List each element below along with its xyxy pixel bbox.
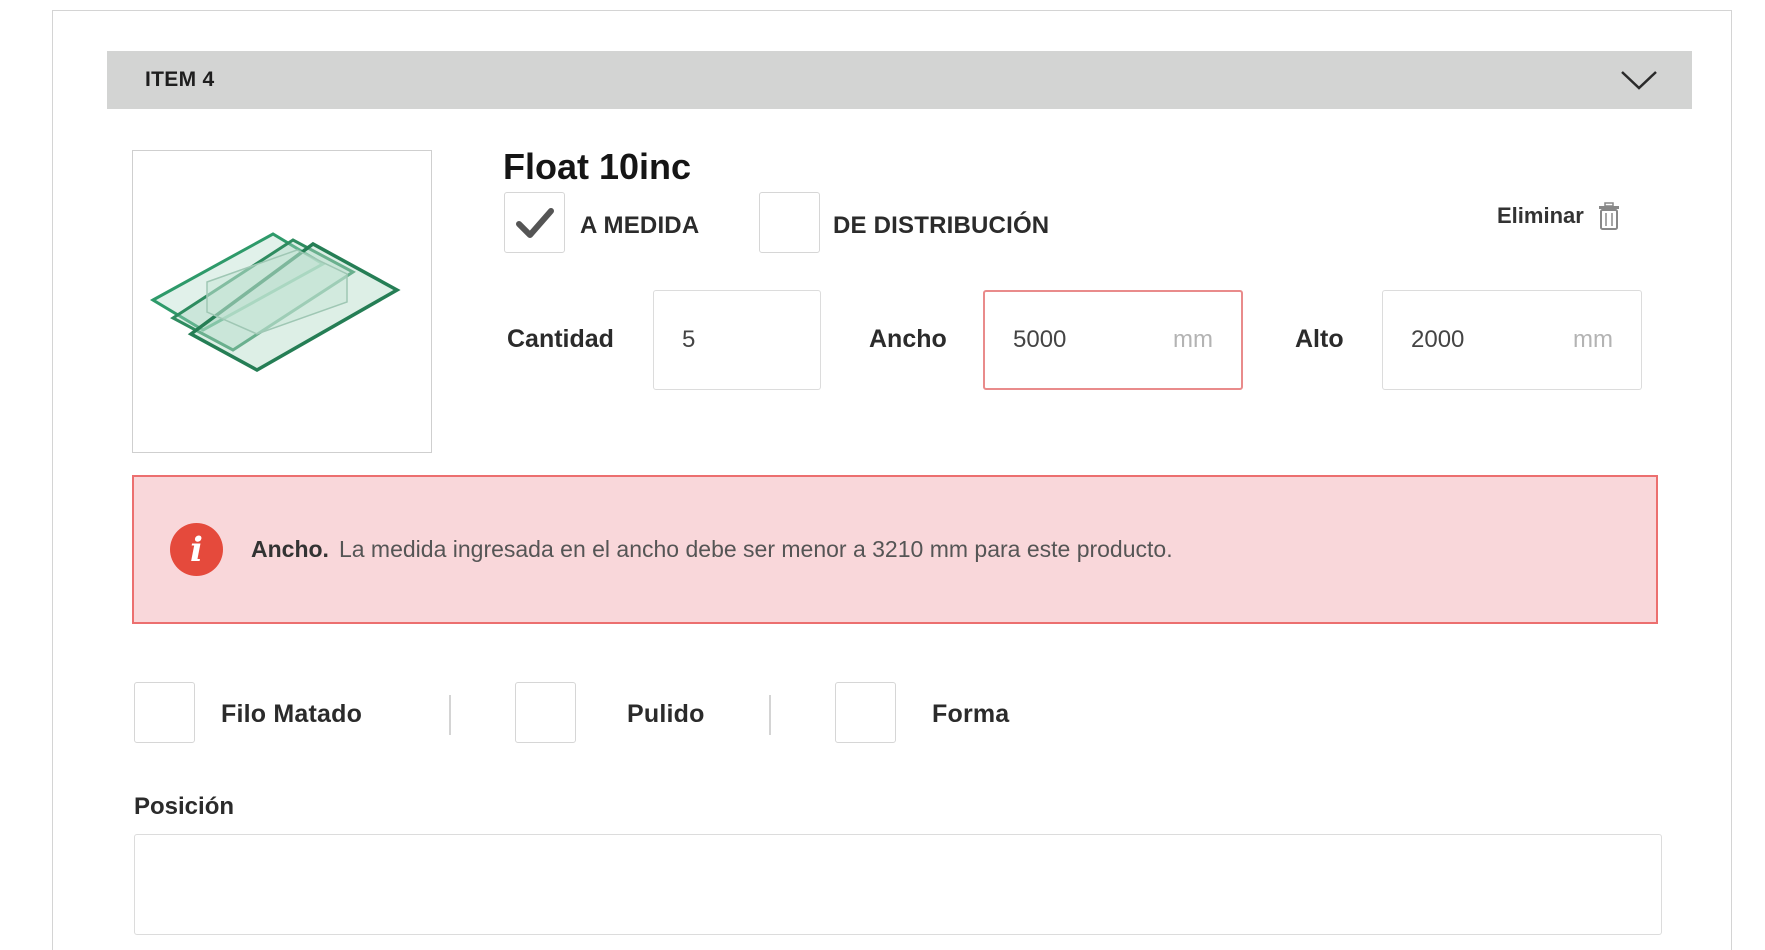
alert-message: La medida ingresada en el ancho debe ser… bbox=[338, 536, 1173, 562]
ancho-input[interactable]: 5000 mm bbox=[983, 290, 1243, 390]
trash-icon bbox=[1598, 202, 1619, 230]
remove-item-button[interactable]: Eliminar bbox=[1497, 202, 1620, 230]
pulido-label: Pulido bbox=[627, 700, 705, 728]
filo-matado-checkbox[interactable] bbox=[134, 682, 195, 743]
glass-panes-image bbox=[149, 231, 401, 372]
product-image bbox=[132, 150, 432, 453]
alto-label: Alto bbox=[1295, 325, 1344, 353]
de-distribucion-label: DE DISTRIBUCIÓN bbox=[833, 212, 1050, 239]
checkmark-icon bbox=[515, 207, 554, 238]
info-icon: i bbox=[170, 523, 223, 576]
finish-divider bbox=[769, 695, 771, 735]
alert-title: Ancho. bbox=[251, 536, 329, 562]
remove-label: Eliminar bbox=[1497, 203, 1584, 228]
forma-label: Forma bbox=[932, 700, 1010, 728]
item-header[interactable]: ITEM 4 bbox=[107, 51, 1692, 109]
alto-unit: mm bbox=[1573, 326, 1613, 353]
ancho-label: Ancho bbox=[869, 325, 947, 353]
error-alert: i Ancho. La medida ingresada en el ancho … bbox=[132, 475, 1658, 624]
pulido-checkbox[interactable] bbox=[515, 682, 576, 743]
de-distribucion-checkbox[interactable] bbox=[759, 192, 820, 253]
finish-divider bbox=[449, 695, 451, 735]
forma-checkbox[interactable] bbox=[835, 682, 896, 743]
posicion-label: Posición bbox=[134, 793, 235, 820]
cantidad-label: Cantidad bbox=[507, 325, 614, 353]
ancho-value: 5000 bbox=[1013, 326, 1067, 353]
chevron-down-icon[interactable] bbox=[1620, 69, 1658, 91]
a-medida-label: A MEDIDA bbox=[580, 212, 700, 239]
alto-value: 2000 bbox=[1411, 326, 1465, 353]
alert-text: Ancho. La medida ingresada en el ancho de… bbox=[251, 536, 1173, 563]
a-medida-checkbox[interactable] bbox=[504, 192, 565, 253]
cantidad-value: 5 bbox=[682, 326, 696, 353]
alto-input[interactable]: 2000 mm bbox=[1382, 290, 1642, 390]
item-title: ITEM 4 bbox=[145, 68, 215, 91]
cantidad-input[interactable]: 5 bbox=[653, 290, 821, 390]
posicion-textarea[interactable] bbox=[134, 834, 1662, 935]
ancho-unit: mm bbox=[1173, 326, 1213, 353]
product-name: Float 10inc bbox=[503, 146, 692, 187]
filo-matado-label: Filo Matado bbox=[221, 700, 363, 728]
